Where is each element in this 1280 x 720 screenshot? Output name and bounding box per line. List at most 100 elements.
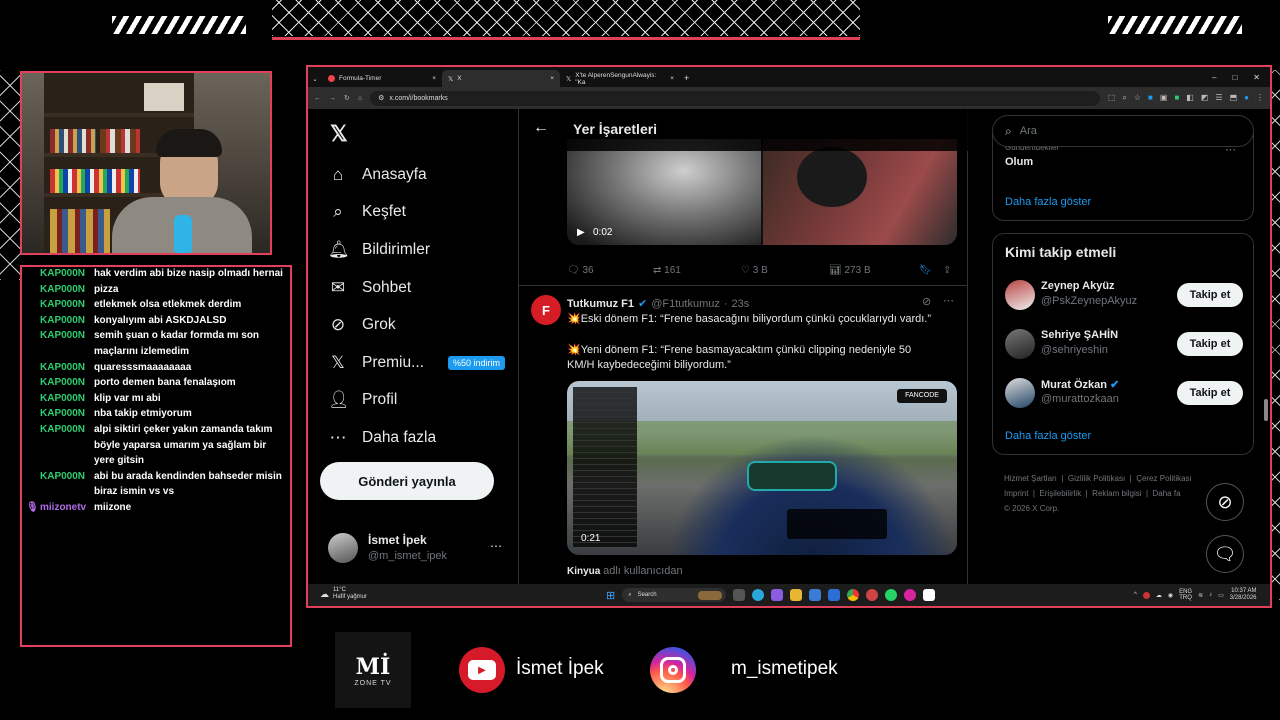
edge-icon[interactable] bbox=[752, 589, 765, 601]
follow-button[interactable]: Takip et bbox=[1177, 283, 1243, 307]
close-window-button[interactable]: ✕ bbox=[1253, 73, 1260, 82]
windows-start-icon[interactable]: ⊞ bbox=[606, 589, 615, 602]
instagram-app-icon[interactable] bbox=[904, 589, 917, 601]
nav-profile[interactable]: 👤︎ Profil bbox=[328, 382, 518, 420]
nav-grok[interactable]: ⊘ Grok bbox=[328, 306, 518, 344]
tray-chevron-icon[interactable]: ^ bbox=[1134, 592, 1137, 598]
tray-icon[interactable]: ☁ bbox=[1156, 592, 1162, 599]
tweet-text-1: 💥Eski dönem F1: “Frene basacağını biliyo… bbox=[567, 313, 932, 325]
footer-link[interactable]: Reklam bilgisi bbox=[1092, 489, 1141, 498]
share-icon[interactable]: ⇪ bbox=[943, 265, 951, 276]
reload-icon[interactable]: ↻ bbox=[344, 94, 350, 102]
chat-message: KAP000N hak verdim abi bize nasip olmadı … bbox=[40, 268, 283, 279]
nav-explore[interactable]: ⌕ Keşfet bbox=[328, 194, 518, 232]
extensions-icons[interactable]: ⬚ ⌕ ☆ ■ ▣ ■ ◧ ◩ ☰ ⬒ ● ⋮ bbox=[1108, 93, 1264, 103]
footer-link[interactable]: Hizmet Şartları bbox=[1004, 474, 1057, 483]
account-switcher[interactable]: İsmet İpek @m_ismet_ipek ⋯ bbox=[328, 531, 508, 565]
forward-icon[interactable]: → bbox=[329, 95, 336, 102]
tray-icon[interactable] bbox=[1142, 591, 1150, 599]
footer-link[interactable]: Imprint bbox=[1004, 489, 1028, 498]
video-1[interactable]: ▶ 0:02 bbox=[567, 139, 957, 245]
suggestion-row[interactable]: Zeynep Akyüz @PskZeynepAkyuz Takip et bbox=[1005, 278, 1245, 312]
new-tab-button[interactable]: + bbox=[684, 73, 689, 83]
weather-widget[interactable]: ☁ 11°C Hafif yağmur bbox=[320, 587, 367, 601]
tweet-more-icon[interactable]: ⋯ bbox=[943, 294, 954, 307]
tweet[interactable]: F Tutkumuz F1 ✔ @F1tutkumuz · 23s ⊘ ⋯ 💥E… bbox=[519, 285, 968, 584]
nav-notifications[interactable]: 🔔︎ Bildirimler bbox=[328, 231, 518, 269]
grok-tweet-icon[interactable]: ⊘ bbox=[922, 295, 931, 308]
url-field[interactable]: ⚙ x.com/i/bookmarks bbox=[370, 90, 1100, 106]
explorer-icon[interactable] bbox=[790, 589, 803, 601]
post-button[interactable]: Gönderi yayınla bbox=[320, 462, 494, 500]
battery-icon[interactable]: ▭ bbox=[1218, 592, 1224, 599]
suggestion-name-wrap: Murat Özkan ✔ bbox=[1041, 378, 1119, 391]
tab-formula-timer[interactable]: Formula-Timer × bbox=[322, 70, 442, 87]
app-icon[interactable] bbox=[866, 589, 879, 601]
wifi-icon[interactable]: ≋ bbox=[1198, 592, 1203, 599]
nav-messages[interactable]: ✉ Sohbet bbox=[328, 269, 518, 307]
volume-icon[interactable]: ♪ bbox=[1209, 592, 1212, 598]
chat-message: KAP000N konyalıyım abi ASKDJALSD bbox=[40, 314, 227, 326]
taskbar-search[interactable]: ⌕ Search bbox=[622, 588, 727, 602]
tab-list-icon[interactable]: ⌄ bbox=[308, 75, 322, 83]
who-to-follow-title: Kimi takip etmeli bbox=[1005, 244, 1117, 260]
chat-message: KAP000N pizza bbox=[40, 283, 119, 295]
tweet-header: Tutkumuz F1 ✔ @F1tutkumuz · 23s bbox=[567, 297, 750, 311]
copilot-icon[interactable] bbox=[771, 589, 784, 601]
suggestion-row[interactable]: Sehriye ŞAHİN @sehriyeshin Takip et bbox=[1005, 327, 1245, 361]
nav-premium[interactable]: 𝕏 Premiu... %50 indirim bbox=[328, 344, 518, 382]
back-arrow-icon[interactable]: ← bbox=[533, 119, 549, 137]
chrome-icon[interactable] bbox=[847, 589, 860, 601]
address-bar-row: ← → ↻ ⌂ ⚙ x.com/i/bookmarks ⬚ ⌕ ☆ ■ ▣ ■ ◧ ◩ ☰ ⬒ ● ⋮ bbox=[308, 87, 1270, 109]
tab-tweet[interactable]: 𝕏 X'te AlperenSengunAlwayis: "Ka × bbox=[560, 70, 680, 87]
tray-icon[interactable]: ◉ bbox=[1168, 592, 1173, 599]
nav-more[interactable]: ⋯ Daha fazla bbox=[328, 419, 518, 457]
top-net-pattern bbox=[272, 0, 860, 36]
youtube-channel-name: İsmet İpek bbox=[516, 658, 604, 679]
footer-link[interactable]: Erişilebilirlik bbox=[1039, 489, 1081, 498]
footer-link[interactable]: Gizlilik Politikası bbox=[1068, 474, 1125, 483]
chat-message: KAP000N quaresssmaaaaaaaa bbox=[40, 361, 192, 373]
more-icon: ⋯ bbox=[329, 427, 347, 447]
nav-home[interactable]: ⌂ Anasayfa bbox=[328, 156, 518, 194]
messages-fab-icon[interactable]: 🗨︎ bbox=[1206, 535, 1244, 573]
tab-x[interactable]: 𝕏 X × bbox=[442, 70, 560, 87]
play-icon[interactable]: ▶ bbox=[577, 227, 585, 238]
bookmark-icon[interactable]: 🔖︎ bbox=[919, 265, 943, 276]
home-browser-icon[interactable]: ⌂ bbox=[358, 95, 362, 102]
grok-fab-icon[interactable]: ⊘ bbox=[1206, 483, 1244, 521]
follow-button[interactable]: Takip et bbox=[1177, 332, 1243, 356]
capcut-icon[interactable] bbox=[923, 589, 936, 601]
trend-title[interactable]: Olum bbox=[1005, 156, 1033, 168]
footer-link[interactable]: Daha fa bbox=[1153, 489, 1181, 498]
account-more-icon[interactable]: ⋯ bbox=[490, 539, 502, 553]
footer-link[interactable]: Çerez Politikası bbox=[1136, 474, 1192, 483]
tweet-video[interactable]: FANCODE 0:21 bbox=[567, 381, 957, 555]
clock[interactable]: 10:37 AM 3/28/2026 bbox=[1230, 588, 1257, 602]
verified-icon: ✔ bbox=[638, 298, 648, 310]
x-logo-icon[interactable]: 𝕏 bbox=[330, 121, 348, 147]
logo-subtext: ZONE TV bbox=[354, 679, 392, 687]
task-view-icon[interactable] bbox=[733, 589, 746, 601]
back-icon[interactable]: ← bbox=[314, 95, 321, 102]
scrollbar[interactable] bbox=[1264, 399, 1268, 421]
chat-panel: KAP000N hak verdim abi bize nasip olmadı … bbox=[20, 265, 292, 647]
suggestion-row[interactable]: Murat Özkan ✔ @murattozkaan Takip et bbox=[1005, 376, 1245, 410]
lang-indicator[interactable]: ENG TRQ bbox=[1179, 589, 1192, 601]
reply-button[interactable]: 🗨︎ 36 bbox=[567, 265, 653, 276]
store-icon[interactable] bbox=[809, 589, 822, 601]
show-more-trends[interactable]: Daha fazla göster bbox=[1005, 196, 1091, 208]
search-input[interactable]: ⌕ Ara bbox=[992, 115, 1254, 147]
whatsapp-icon[interactable] bbox=[885, 589, 898, 601]
like-button[interactable]: ♡ 3 B bbox=[741, 265, 829, 276]
minimize-button[interactable]: – bbox=[1212, 73, 1216, 82]
tweet-footer-user[interactable]: Kinyua bbox=[567, 566, 600, 577]
mail-app-icon[interactable] bbox=[828, 589, 841, 601]
show-more-follow[interactable]: Daha fazla göster bbox=[1005, 430, 1091, 442]
suggestion-handle: @murattozkaan bbox=[1041, 393, 1119, 405]
follow-button[interactable]: Takip et bbox=[1177, 381, 1243, 405]
grok-icon: ⊘ bbox=[330, 315, 346, 335]
repost-button[interactable]: ⇄ 161 bbox=[653, 265, 741, 276]
views-button[interactable]: 📊︎ 273 B bbox=[829, 265, 919, 276]
maximize-button[interactable]: □ bbox=[1232, 73, 1237, 82]
